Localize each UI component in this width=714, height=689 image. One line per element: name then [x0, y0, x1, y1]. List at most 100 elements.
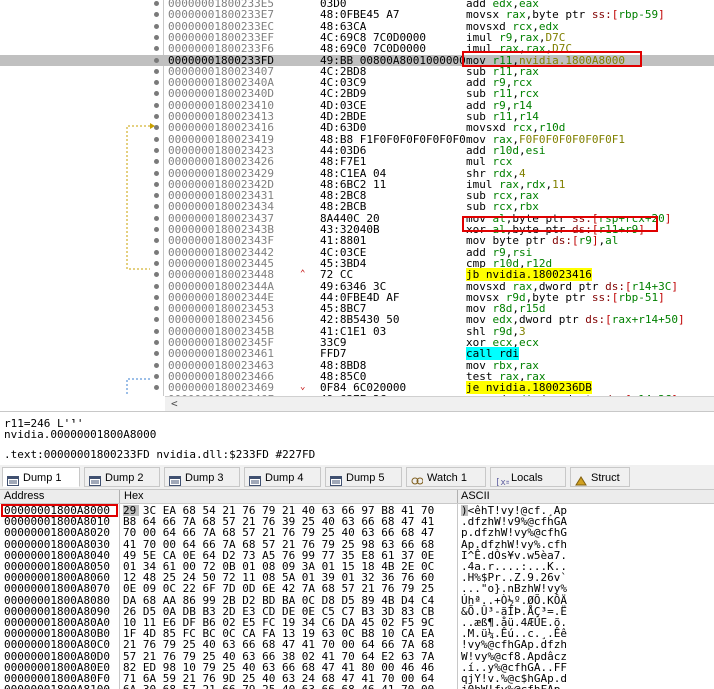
breakpoint-dot-icon[interactable]	[154, 363, 159, 368]
breakpoint-dot-icon[interactable]	[154, 80, 159, 85]
hex-column-header[interactable]: Hex	[124, 490, 144, 503]
breakpoint-dot-icon[interactable]	[154, 69, 159, 74]
instruction-row[interactable]: 0000000180023445 45:3BD4 cmp r10d,r12d	[0, 258, 714, 269]
breakpoint-dot-icon[interactable]	[154, 1, 159, 6]
instruction-token: [	[571, 234, 579, 247]
breakpoint-dot-icon[interactable]	[154, 306, 159, 311]
breakpoint-dot-icon[interactable]	[154, 284, 159, 289]
dump-row[interactable]: 00000001800A8070 0E 09 0C 22 6F 7D 0D 6E …	[0, 583, 714, 594]
instruction-row[interactable]: 0000000180023416 4D:63D0 movsxd rcx,r10d	[0, 122, 714, 133]
struct-icon	[575, 473, 587, 486]
tab-dump-5[interactable]: Dump 5	[325, 467, 402, 487]
tab-dump-3[interactable]: Dump 3	[164, 467, 240, 487]
highlight-box-mov	[462, 51, 642, 67]
breakpoint-dot-icon[interactable]	[154, 182, 159, 187]
tab-dump-2[interactable]: Dump 2	[84, 467, 160, 487]
dump-address: 00000001800A8100	[4, 684, 110, 689]
dump-ascii: ..."o}.nBzhW!vy%	[461, 582, 567, 595]
dump-ascii: !vy%@cfhGAp.dfzh	[461, 638, 567, 651]
dump-row[interactable]: 00000001800A8100 6A 30 68 57 21 66 79 25 …	[0, 684, 714, 689]
tab-label: Watch 1	[427, 472, 467, 484]
dump-hex-bytes: 6A 30 68 57 21 66 79 25 40 63 66 68 46 4…	[123, 684, 434, 689]
instruction-text: mov edx,dword ptr ds:[rax+r14+50]	[466, 314, 685, 325]
breakpoint-dot-icon[interactable]	[154, 12, 159, 17]
horizontal-scrollbar[interactable]: <	[165, 396, 714, 411]
instruction-row[interactable]: 0000000180023426 48:F7E1 mul rcx	[0, 156, 714, 167]
breakpoint-dot-icon[interactable]	[154, 261, 159, 266]
jump-up-icon: ⌃	[300, 269, 306, 279]
breakpoint-dot-icon[interactable]	[154, 329, 159, 334]
scroll-left-icon[interactable]: <	[171, 397, 178, 410]
tab-struct[interactable]: Struct	[570, 467, 630, 487]
tab-locals[interactable]: [x=]Locals	[490, 467, 566, 488]
instruction-text: movsxd rcx,r10d	[466, 122, 565, 133]
ascii-column-header[interactable]: ASCII	[461, 490, 490, 503]
breakpoint-dot-icon[interactable]	[154, 35, 159, 40]
dump-ascii: p.dfzhW!vy%@cfhG	[461, 526, 567, 539]
dump-address: 00000001800A8020	[4, 526, 110, 539]
instruction-row[interactable]: 000000018002343F 41:8801 mov byte ptr ds:[…	[0, 235, 714, 246]
breakpoint-dot-icon[interactable]	[154, 227, 159, 232]
breakpoint-dot-icon[interactable]	[154, 295, 159, 300]
instruction-row[interactable]: 00000001800233E7 48:0FBE45 A7 movsx rax,by…	[0, 9, 714, 20]
instruction-row[interactable]: 0000000180023469 0F84 6C020000 ⌄ je nvidia.…	[0, 381, 714, 394]
dump-row[interactable]: 00000001800A80C0 21 76 79 25 40 63 66 68 …	[0, 639, 714, 650]
instruction-row[interactable]: 0000000180023448 72 CC ⌃ jb nvidia.18002341…	[0, 268, 714, 281]
tab-watch-1[interactable]: Watch 1	[406, 467, 486, 487]
instruction-address: 000000018002343F	[168, 234, 274, 247]
instruction-row[interactable]: 000000018002340D 4C:2BD9 sub r11,rcx	[0, 88, 714, 99]
breakpoint-dot-icon[interactable]	[154, 340, 159, 345]
jump-down-icon: ⌄	[300, 382, 306, 392]
tab-dump-1[interactable]: Dump 1	[2, 467, 80, 487]
locals-icon: [x=]	[495, 473, 517, 488]
tab-label: Dump 4	[265, 472, 304, 484]
breakpoint-dot-icon[interactable]	[154, 250, 159, 255]
breakpoint-dot-icon[interactable]	[154, 216, 159, 221]
breakpoint-dot-icon[interactable]	[154, 148, 159, 153]
instruction-address: 00000001800233F6	[168, 42, 274, 55]
breakpoint-dot-icon[interactable]	[154, 272, 159, 277]
breakpoint-dot-icon[interactable]	[154, 58, 159, 63]
info-line-symbol: nvidia.00000001800A8000	[4, 428, 157, 441]
breakpoint-dot-icon[interactable]	[154, 193, 159, 198]
tab-label: Dump 2	[105, 472, 144, 484]
instruction-bytes: 0F84 6C020000	[320, 381, 407, 394]
breakpoint-dot-icon[interactable]	[154, 374, 159, 379]
instruction-bytes: 42:8B5430 50	[320, 313, 400, 326]
instruction-row[interactable]: 000000018002345B 41:C1E1 03 shl r9d,3	[0, 326, 714, 337]
instruction-address: 000000018002340D	[168, 87, 274, 100]
breakpoint-dot-icon[interactable]	[154, 103, 159, 108]
breakpoint-dot-icon[interactable]	[154, 159, 159, 164]
breakpoint-dot-icon[interactable]	[154, 24, 159, 29]
tab-label: Locals	[511, 472, 543, 484]
dump-row[interactable]: 00000001800A8020 70 00 64 66 7A 68 57 21 …	[0, 527, 714, 538]
instruction-row[interactable]: 0000000180023461 FFD7 call rdi	[0, 347, 714, 360]
breakpoint-dot-icon[interactable]	[154, 351, 159, 356]
breakpoint-dot-icon[interactable]	[154, 46, 159, 51]
breakpoint-dot-icon[interactable]	[154, 385, 159, 390]
tab-label: Dump 5	[346, 472, 385, 484]
breakpoint-dot-icon[interactable]	[154, 317, 159, 322]
dump-hex-bytes: 0E 09 0C 22 6F 7D 0D 6E 42 7A 68 57 21 7…	[123, 582, 435, 595]
instruction-row[interactable]: 0000000180023434 48:2BCB sub rcx,rbx	[0, 201, 714, 212]
breakpoint-dot-icon[interactable]	[154, 171, 159, 176]
dump-icon	[7, 473, 19, 486]
breakpoint-dot-icon[interactable]	[154, 114, 159, 119]
breakpoint-dot-icon[interactable]	[154, 204, 159, 209]
breakpoint-dot-icon[interactable]	[154, 238, 159, 243]
highlight-box-dump-address	[1, 504, 118, 517]
breakpoint-dot-icon[interactable]	[154, 125, 159, 130]
instruction-text: sub r11,rcx	[466, 88, 539, 99]
dump-icon	[330, 473, 342, 486]
tab-dump-4[interactable]: Dump 4	[244, 467, 321, 487]
highlight-box-xor	[462, 216, 658, 232]
dump-view[interactable]: 00000001800A8000 29 3C EA 68 54 21 76 79 …	[0, 504, 714, 689]
breakpoint-dot-icon[interactable]	[154, 137, 159, 142]
instruction-row[interactable]: 000000018002345F 33C9 xor ecx,ecx	[0, 337, 714, 348]
instruction-row[interactable]: 0000000180023456 42:8B5430 50 mov edx,dwor…	[0, 314, 714, 325]
disassembly-view[interactable]: 00000001800233E5 03D0 add edx,eax 000000018…	[0, 0, 714, 396]
breakpoint-dot-icon[interactable]	[154, 91, 159, 96]
instruction-bytes: 48:0FBE45 A7	[320, 8, 400, 21]
instruction-token: ]	[677, 313, 685, 326]
address-column-header[interactable]: Address	[4, 490, 44, 503]
